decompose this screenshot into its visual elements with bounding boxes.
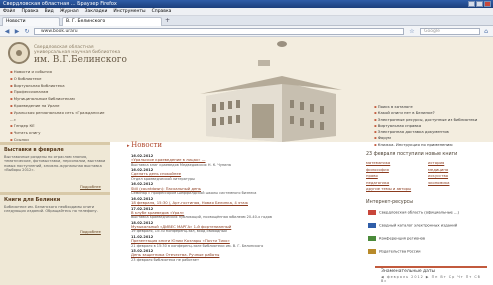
window-titlebar: Свердловская областная ... Браузер Firef… — [0, 0, 493, 8]
right-navigation: Поиск в каталоге Какой книги нет в Белин… — [374, 104, 492, 148]
building-illustration — [200, 41, 342, 142]
nav-instruction[interactable]: Книжка. Инструкция по применению — [374, 142, 492, 148]
arrival-link[interactable]: экономика — [428, 180, 490, 187]
tab-label: Новости — [6, 19, 26, 24]
menu-file[interactable]: Файл — [3, 8, 15, 15]
library-logo-icon[interactable] — [8, 42, 30, 64]
menu-edit[interactable]: Правка — [21, 8, 38, 15]
news-text: Выставка книг краеведов Медведовских Н. … — [131, 162, 231, 167]
divider — [0, 192, 110, 195]
bookmark-star-icon[interactable]: ☆ — [408, 28, 416, 35]
news-text: Отдел краеведческой литературы — [131, 176, 195, 181]
divider — [0, 142, 110, 145]
books-wanted-more-link[interactable]: Подробнее — [80, 230, 101, 234]
news-title[interactable]: 18 февраля, 15:30 /, Арт-гостиная, Новая… — [131, 200, 359, 205]
arrival-link[interactable]: другие темы и авторы — [366, 186, 428, 193]
search-input[interactable]: Google — [420, 28, 480, 35]
arrivals-links: математика история философия медицина пр… — [366, 160, 490, 193]
menu-bookmarks[interactable]: Закладки — [85, 8, 108, 15]
news-section: Новости 16.02.2012 «Уральское краеведени… — [121, 140, 360, 285]
resource-item[interactable]: Конференция регионов — [368, 236, 492, 242]
window-controls — [468, 1, 491, 7]
nav-local-history[interactable]: Краеведение на Урале — [10, 103, 110, 110]
calendar-year[interactable]: 2012 — [411, 275, 424, 279]
tab-bar: Новости В. Г. Белинского + — [0, 16, 493, 26]
calendar-month[interactable]: февраль — [387, 275, 409, 279]
left-navigation: Новости и события О библиотеке Виртуальн… — [10, 69, 110, 151]
flag-icon — [368, 236, 376, 241]
news-text: 21 февраля в 15:30 в конференц-зале библ… — [131, 243, 264, 248]
tab-belinsky[interactable]: В. Г. Белинского — [62, 17, 162, 26]
arrivals-title: 23 февраля поступили новые книги — [366, 152, 458, 157]
news-item: 16.02.2012 Still (сountdown): Пасхальный… — [131, 182, 359, 195]
resource-label: Конференция регионов — [379, 236, 426, 241]
close-icon[interactable] — [484, 1, 491, 7]
flag-icon — [368, 223, 376, 228]
nav-e-resources[interactable]: Электронные ресурсы, доступные из библио… — [374, 117, 492, 123]
menu-help[interactable]: Справка — [152, 8, 172, 15]
left-column: Выставки в феврале Выставочные разделы п… — [0, 142, 110, 285]
resource-item[interactable]: Издательства России — [368, 249, 492, 255]
menu-view[interactable]: Вид — [45, 8, 54, 15]
news-text: Выставка краеведческих публикаций, посвя… — [131, 215, 272, 220]
news-text: 23 февраля библиотека не работает — [131, 257, 200, 262]
nav-municipal[interactable]: Муниципальным библиотекам — [10, 96, 110, 103]
flag-icon — [368, 210, 376, 215]
news-item: 15.02.2012 День защитника Отечества. Руч… — [131, 249, 359, 262]
news-item: 11.02.2012 Презентация книги Юлии Козлар… — [131, 235, 359, 248]
calendar-title: Знаменательные даты — [381, 269, 436, 274]
menu-history[interactable]: Журнал — [60, 8, 79, 15]
news-item: 16.02.2012 Сделать день спокойнее Отдел … — [131, 168, 359, 181]
books-wanted-title: Книги для Белинки — [4, 197, 61, 203]
calendar-header: ◀ февраль 2012 ▶ Пн Вт Ср Чт Пт Сб Вс — [375, 275, 487, 283]
news-item: 17.02.2012 В клубе краеведов «Урал» Выст… — [131, 207, 359, 220]
resource-label: Сводный каталог электронных изданий — [379, 223, 458, 228]
nav-regional-network[interactable]: Уральская региональная сеть «Гражданские… — [10, 110, 110, 124]
exhibitions-title: Выставки в феврале — [4, 147, 64, 153]
tab-label: В. Г. Белинского — [66, 19, 106, 24]
calendar: Знаменательные даты ◀ февраль 2012 ▶ Пн … — [375, 266, 487, 285]
news-item: 18.02.2012 Музыкальный «ДИВЕС МАРГА» 1-й… — [131, 221, 359, 234]
menu-tools[interactable]: Инструменты — [113, 8, 145, 15]
resource-item[interactable]: Сводный каталог электронных изданий — [368, 223, 492, 229]
nav-news[interactable]: Новости и события — [10, 69, 110, 76]
window-title: Свердловская областная ... Браузер Firef… — [3, 1, 117, 7]
news-item: 16.02.2012 «Уральское краеведение в лица… — [131, 154, 359, 167]
news-item: 16.02.2012 18 февраля, 15:30 /, Арт-гост… — [131, 197, 359, 206]
resources-title: Интернет-ресурсы — [366, 200, 414, 205]
news-text: 19 февраля, 15:30 Конференц-зал, вход св… — [131, 229, 227, 234]
url-input[interactable]: www.book.uraru — [34, 28, 404, 35]
navigation-bar: ◀ ▶ ↻ www.book.uraru ☆ Google ⌂ — [0, 26, 493, 37]
reload-icon[interactable]: ↻ — [23, 28, 31, 35]
forward-icon[interactable]: ▶ — [13, 28, 21, 35]
news-heading: Новости — [127, 141, 162, 149]
resource-label: Издательства России — [379, 249, 421, 254]
news-list: 16.02.2012 «Уральское краеведение в лица… — [131, 154, 359, 263]
minimize-icon[interactable] — [468, 1, 475, 7]
back-icon[interactable]: ◀ — [3, 28, 11, 35]
nav-about[interactable]: О библиотеке — [10, 76, 110, 83]
resource-item[interactable]: Свердловская область (официальные ...) — [368, 210, 492, 216]
nav-virtual-library[interactable]: Виртуальная библиотека — [10, 83, 110, 90]
nav-read-book[interactable]: Читать книгу — [10, 130, 110, 137]
next-month-icon[interactable]: ▶ — [426, 275, 430, 279]
exhibitions-more-link[interactable]: Подробнее — [80, 185, 101, 189]
tab-news[interactable]: Новости — [2, 17, 60, 26]
exhibitions-text: Выставочные разделы по отраслям знания, … — [4, 155, 106, 172]
nav-professionals[interactable]: Профессионалам — [10, 89, 110, 96]
nav-gender[interactable]: Гендер КЕ — [10, 123, 110, 130]
books-wanted-text: Библиотеке им. Белинского необходимы кни… — [4, 205, 98, 214]
home-icon[interactable]: ⌂ — [482, 28, 490, 35]
flag-icon — [368, 249, 376, 254]
maximize-icon[interactable] — [476, 1, 483, 7]
menu-bar: Файл Правка Вид Журнал Закладки Инструме… — [0, 8, 493, 16]
org-line: Свердловская областная универсальная нау… — [34, 45, 121, 55]
site-name[interactable]: им. В.Г.Белинского — [34, 55, 127, 65]
news-text: Семинар с профессором Шеффилдской школы … — [131, 190, 257, 195]
resource-label: Свердловская область (официальные ...) — [379, 210, 459, 215]
new-tab-icon[interactable]: + — [165, 17, 170, 25]
